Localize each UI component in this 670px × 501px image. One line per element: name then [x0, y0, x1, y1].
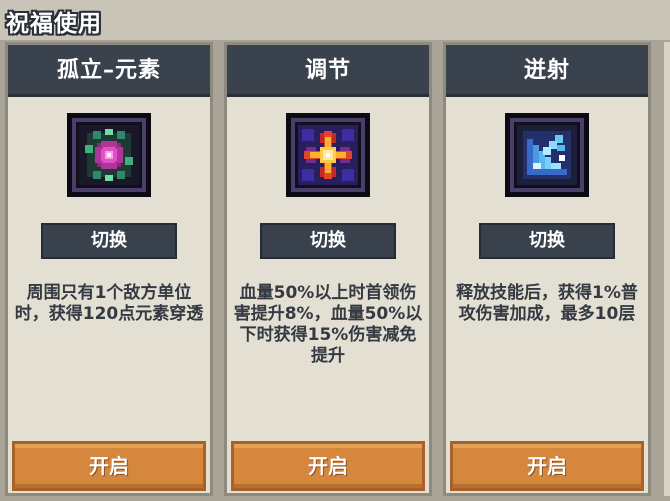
card-header: 迸射 [446, 45, 648, 97]
switch-button-label: 切换 [91, 230, 127, 251]
page-title: 祝福使用 [6, 11, 102, 37]
switch-button-label: 切换 [310, 230, 346, 251]
card-title: 孤立–元素 [56, 58, 161, 83]
open-button[interactable]: 开启 [12, 441, 206, 491]
cyan-shard-icon [505, 113, 589, 197]
open-button[interactable]: 开启 [450, 441, 644, 491]
blessing-description: 周围只有1个敌方单位时，获得120点元素穿透 [14, 283, 204, 324]
blessing-card-burst: 迸射 切换 释放技能后，获得1%普攻伤害加成，最多10层 开启 [443, 42, 651, 496]
open-button-label: 开启 [527, 454, 567, 478]
switch-button[interactable]: 切换 [479, 223, 615, 259]
open-button[interactable]: 开启 [231, 441, 425, 491]
golden-star-burst-icon [286, 113, 370, 197]
blessing-card-adjustment: 调节 切换 血量50%以上时首领伤害提升8%，血量50%以下时获得15%伤害减免… [224, 42, 432, 496]
card-title: 迸射 [523, 58, 570, 83]
blessing-header: 祝福使用 [0, 0, 670, 40]
switch-button[interactable]: 切换 [41, 223, 177, 259]
blessing-description: 释放技能后，获得1%普攻伤害加成，最多10层 [456, 283, 638, 324]
switch-button-label: 切换 [529, 230, 565, 251]
card-header: 孤立–元素 [8, 45, 210, 97]
green-magenta-orb-icon [67, 113, 151, 197]
card-title: 调节 [304, 58, 351, 83]
switch-button[interactable]: 切换 [260, 223, 396, 259]
next-card-edge [664, 42, 670, 496]
open-button-label: 开启 [308, 454, 348, 478]
card-header: 调节 [227, 45, 429, 97]
open-button-label: 开启 [89, 454, 129, 478]
blessing-card-isolation-element: 孤立–元素 切换 周围只有1个敌方单位时，获得120点元素穿透 开启 [5, 42, 213, 496]
blessing-description: 血量50%以上时首领伤害提升8%，血量50%以下时获得15%伤害减免提升 [233, 283, 423, 366]
